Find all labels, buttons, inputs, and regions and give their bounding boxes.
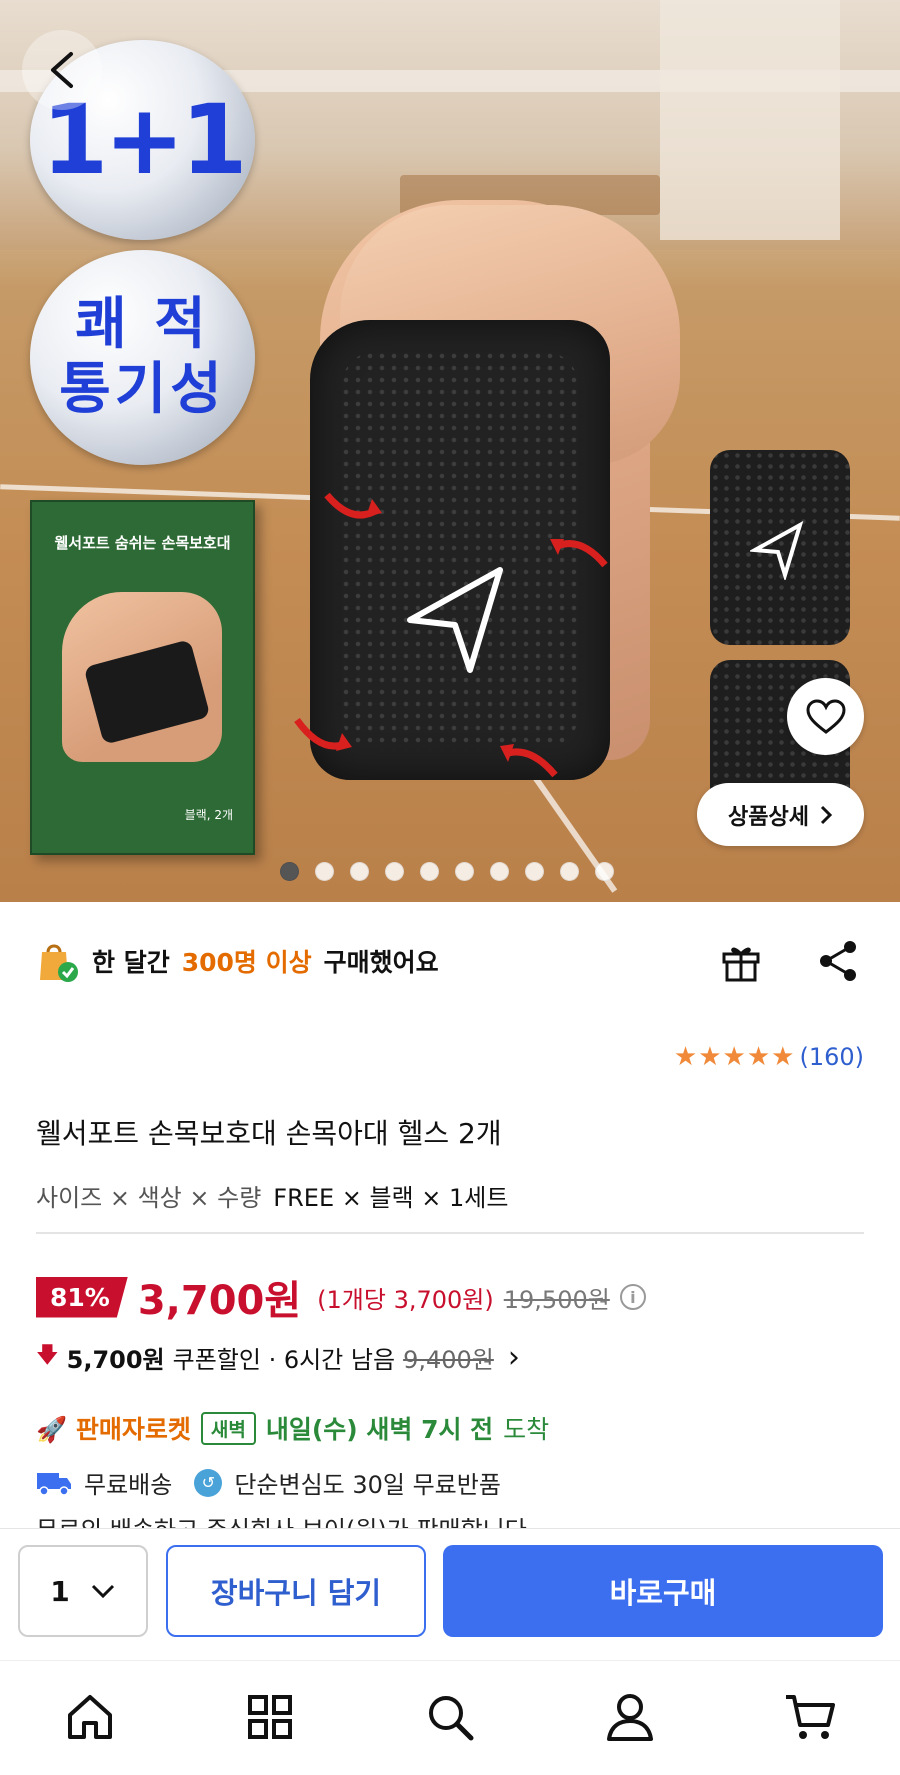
brand-logo-icon [407,567,503,673]
free-return-label: 단순변심도 30일 무료반품 [234,1471,501,1499]
carousel-dot[interactable] [315,862,334,881]
curved-arrow-icon [294,717,352,751]
favorite-button[interactable] [787,678,864,755]
curved-arrow-icon [550,539,608,568]
wall-pillar [660,0,840,240]
home-icon [68,1695,112,1739]
breathable-badge: 쾌 적 통기성 [30,250,255,465]
selected-options[interactable]: 사이즈 × 색상 × 수량 FREE × 블랙 × 1세트 [36,1178,508,1213]
user-icon [607,1694,653,1741]
gift-button[interactable] [718,938,764,984]
chevron-right-icon: › [507,1339,520,1375]
purchase-count-banner: 한 달간 300명 이상 구매했어요 [36,938,439,984]
product-title: 웰서포트 손목보호대 손목아대 헬스 2개 [36,1117,502,1150]
chevron-right-icon [820,805,833,824]
cart-tab[interactable] [782,1689,838,1745]
review-count: (160) [799,1043,864,1071]
coupon-price: 5,700원 [66,1345,165,1374]
brace-variant-1 [710,450,850,645]
share-button[interactable] [816,938,862,984]
purchase-bar: 1 장바구니 담기 바로구매 [0,1528,900,1656]
quantity-select[interactable]: 1 [18,1545,148,1637]
rating-summary[interactable]: ★★★★★ (160) [674,1042,864,1072]
chevron-left-icon [51,52,73,88]
share-icon [820,941,856,981]
category-tab[interactable] [242,1689,298,1745]
carousel-dot[interactable] [525,862,544,881]
carousel-dot[interactable] [420,862,439,881]
carousel-dot[interactable] [455,862,474,881]
coupon-label: 쿠폰할인 · 6시간 남음 [172,1345,396,1374]
discount-badge: 81% [36,1276,128,1318]
carousel-dot[interactable] [385,862,404,881]
coupon-discount-row[interactable]: 🡇 5,700원 쿠폰할인 · 6시간 남음 9,400원 › [36,1338,520,1376]
add-to-cart-button[interactable]: 장바구니 담기 [166,1545,426,1637]
shipping-info: 무료배송 ↺ 단순변심도 30일 무료반품 [36,1465,501,1500]
search-icon [429,1696,474,1741]
free-shipping-label: 무료배송 [84,1471,173,1499]
arrow-down-icon: 🡇 [36,1343,59,1368]
home-tab[interactable] [62,1689,118,1745]
box-title: 웰서포트 숨쉬는 손목보호대 [54,534,231,552]
brand-logo-icon [750,520,804,580]
carousel-dot[interactable] [280,862,299,881]
cart-icon [786,1695,835,1739]
seller-rocket-label: 🚀 판매자로켓 [36,1415,191,1444]
carousel-dot[interactable] [595,862,614,881]
shopping-bag-check-icon [40,944,78,982]
product-detail-button[interactable]: 상품상세 [697,783,864,846]
curved-arrow-icon [324,492,382,519]
delivery-eta: 🚀 판매자로켓 새벽 내일(수) 새벽 7시 전 도착 [36,1410,549,1446]
curved-arrow-icon [500,744,558,778]
gift-icon [722,947,760,982]
carousel-dot[interactable] [350,862,369,881]
price-row: 81% 3,700원 (1개당 3,700원) 19,500원 i [36,1268,646,1326]
box-subtitle: 블랙, 2개 [184,808,233,822]
divider [36,1232,864,1234]
carousel-dot[interactable] [490,862,509,881]
heart-icon [805,698,846,734]
chevron-down-icon [91,1584,114,1599]
sale-price: 3,700원 [137,1278,302,1324]
buy-now-button[interactable]: 바로구매 [443,1545,883,1637]
bottom-navigation [0,1660,900,1775]
product-image-carousel[interactable]: 웰서포트 숨쉬는 손목보호대 블랙, 2개 1+1 쾌 적 통기성 상품상세 [0,0,900,902]
my-page-tab[interactable] [602,1689,658,1745]
info-icon[interactable]: i [619,1284,646,1310]
grid-icon [248,1695,292,1739]
star-rating-icon: ★★★★★ [673,1042,796,1072]
dawn-delivery-tag: 새벽 [200,1411,256,1445]
carousel-dot[interactable] [560,862,579,881]
back-button[interactable] [22,30,102,110]
return-icon: ↺ [194,1468,223,1497]
search-tab[interactable] [422,1689,478,1745]
eta-text: 내일(수) 새벽 7시 전 [265,1415,494,1444]
original-price: 19,500원 [503,1285,610,1314]
unit-price: (1개당 3,700원) [317,1285,494,1314]
carousel-dots[interactable] [280,862,614,881]
coupon-original-price: 9,400원 [403,1345,494,1374]
product-box: 웰서포트 숨쉬는 손목보호대 블랙, 2개 [30,500,255,855]
delivery-truck-icon [37,1472,71,1496]
